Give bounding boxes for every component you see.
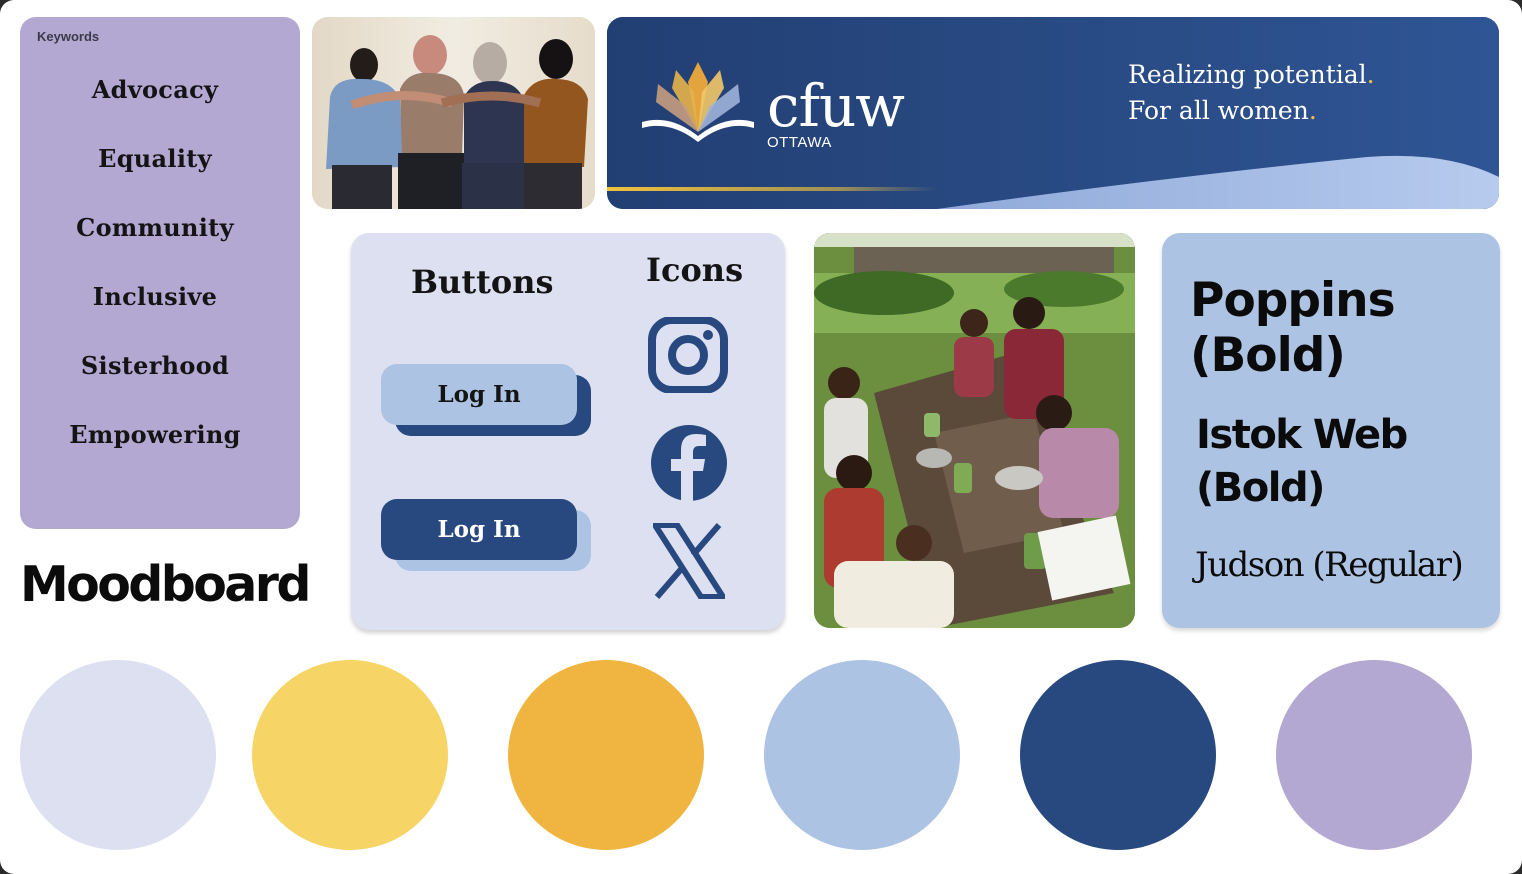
login-button-dark-sample: Log In [381,499,591,571]
keywords-panel: Keywords Advocacy Equality Community Inc… [20,17,300,529]
photo-women-illustration [312,17,595,209]
color-swatch-yellow [252,660,448,850]
photo-garden-illustration [814,233,1135,628]
photo-garden-workshop [814,233,1135,628]
color-swatch-gold [508,660,704,850]
tagline-line-2: For all women [1128,96,1309,125]
login-button-light-sample: Log In [381,364,591,436]
typography-card: Poppins (Bold) Istok Web (Bold) Judson (… [1162,233,1500,628]
tagline-dot: . [1366,60,1375,89]
keyword-item: Sisterhood [80,351,230,380]
buttons-heading: Buttons [411,263,554,301]
instagram-icon[interactable] [648,317,730,393]
font-sample-poppins: Poppins (Bold) [1190,273,1396,383]
photo-women-embracing [312,17,595,209]
moodboard-canvas: Keywords Advocacy Equality Community Inc… [0,0,1522,874]
keywords-title: Keywords [37,29,100,44]
cfuw-logo-subtitle: OTTAWA [767,134,832,151]
keyword-item: Empowering [69,420,241,449]
font-sample-judson: Judson (Regular) [1195,545,1464,585]
icons-heading: Icons [646,251,744,289]
keywords-list: Advocacy Equality Community Inclusive Si… [20,75,290,489]
banner-tagline: Realizing potential. For all women. [1128,57,1375,129]
color-swatch-light-blue [764,660,960,850]
keyword-item: Community [76,213,234,242]
login-button-light[interactable]: Log In [381,364,577,425]
keyword-item: Inclusive [92,282,218,311]
facebook-icon[interactable] [651,425,727,501]
color-swatch-lavender-light [20,660,216,850]
keyword-item: Advocacy [91,75,219,104]
cfuw-logo-wordmark: cfuw [767,72,905,140]
x-twitter-icon[interactable] [653,523,725,599]
cfuw-banner: cfuw OTTAWA Realizing potential. For all… [607,17,1499,209]
color-swatch-navy [1020,660,1216,850]
login-button-dark[interactable]: Log In [381,499,577,560]
keyword-item: Equality [98,144,212,173]
font-sample-istok-web: Istok Web (Bold) [1196,412,1408,511]
color-swatch-purple [1276,660,1472,850]
tagline-line-1: Realizing potential [1128,60,1367,89]
tagline-dot: . [1308,96,1317,125]
ui-components-panel: Buttons Icons Log In Log In [351,233,785,630]
moodboard-title: Moodboard [20,556,311,613]
